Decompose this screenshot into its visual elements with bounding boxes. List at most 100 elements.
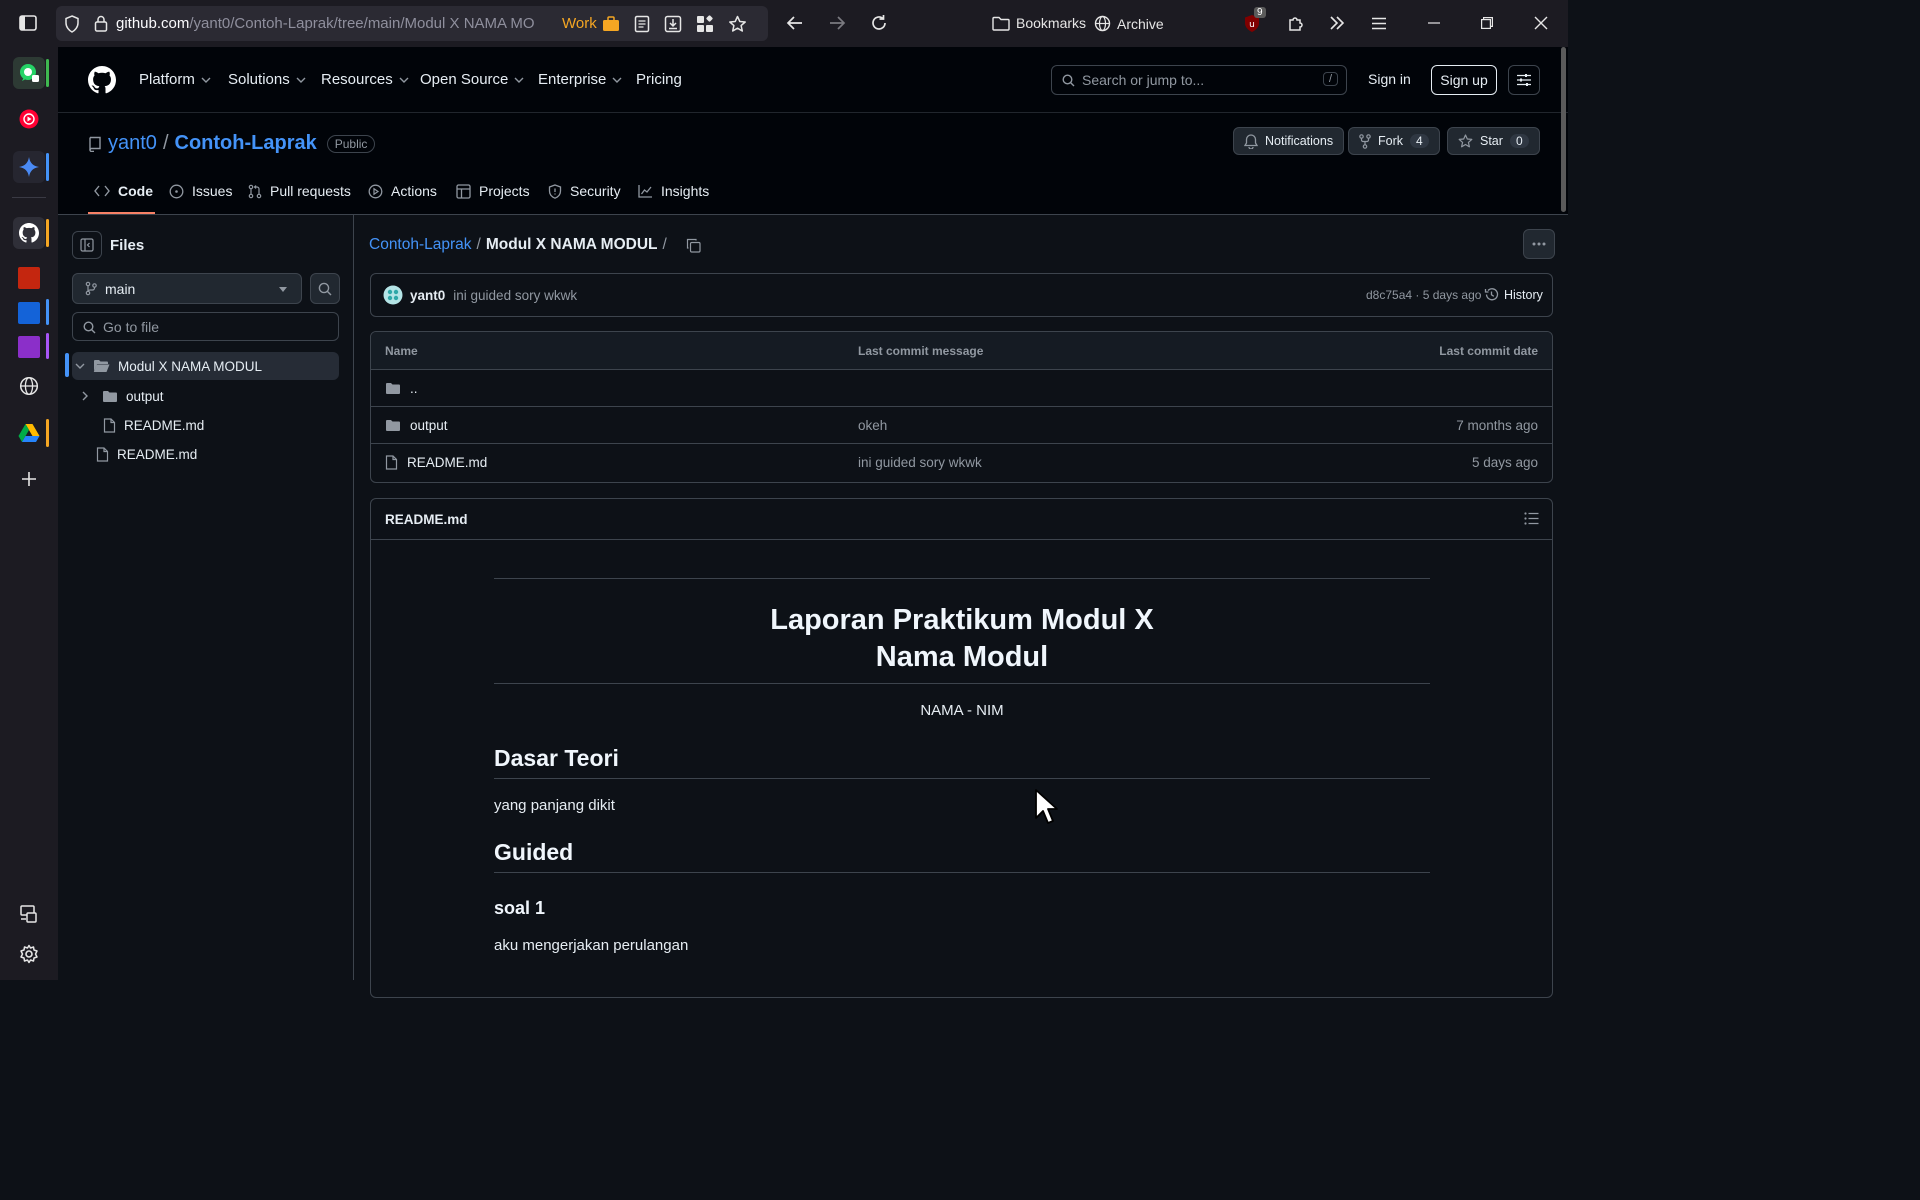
- minimize-icon[interactable]: [1418, 7, 1450, 39]
- hamburger-menu-icon[interactable]: [1363, 7, 1395, 39]
- extensions-grid-icon[interactable]: [696, 14, 714, 33]
- history-button[interactable]: History: [1484, 287, 1543, 302]
- bookmarks-label[interactable]: Bookmarks: [1016, 15, 1086, 31]
- fork-button[interactable]: Fork 4: [1348, 127, 1440, 155]
- container-label[interactable]: Work: [562, 15, 597, 32]
- purple-app-icon[interactable]: [13, 331, 45, 363]
- tree-item-label[interactable]: README.md: [124, 418, 204, 433]
- gear-settings-icon[interactable]: [13, 938, 45, 970]
- tab-label[interactable]: Issues: [192, 183, 232, 199]
- red-app-icon[interactable]: [13, 262, 45, 294]
- appearance-settings-button[interactable]: [1508, 65, 1540, 95]
- whatsapp-icon[interactable]: [13, 57, 45, 89]
- overflow-chevrons-icon[interactable]: [1321, 7, 1353, 39]
- list-outline-icon[interactable]: [1524, 512, 1539, 525]
- nav-label[interactable]: Enterprise: [538, 71, 606, 88]
- sidebar-toggle-icon[interactable]: [12, 7, 44, 39]
- nav-open-source[interactable]: Open Source: [420, 71, 524, 88]
- archive-bookmark[interactable]: Archive: [1094, 15, 1164, 32]
- sign-in-link[interactable]: Sign in: [1368, 71, 1411, 87]
- go-to-file-input[interactable]: Go to file: [72, 312, 339, 341]
- star-bookmark-icon[interactable]: [728, 15, 747, 33]
- tab-issues[interactable]: Issues: [169, 183, 232, 199]
- parent-directory-link[interactable]: ..: [410, 381, 418, 396]
- bookmarks-folder[interactable]: Bookmarks: [992, 15, 1086, 31]
- commit-hash-time[interactable]: d8c75a4 · 5 days ago: [1366, 288, 1481, 302]
- search-input[interactable]: Search or jump to... /: [1051, 65, 1347, 95]
- history-label[interactable]: History: [1504, 288, 1543, 302]
- tree-item-label[interactable]: Modul X NAMA MODUL: [118, 359, 262, 374]
- nav-label[interactable]: Pricing: [636, 71, 682, 88]
- last-commit-message[interactable]: okeh: [858, 407, 887, 443]
- tree-item-file[interactable]: README.md: [72, 440, 339, 468]
- tab-label[interactable]: Projects: [479, 183, 530, 199]
- sign-up-button[interactable]: Sign up: [1431, 65, 1497, 95]
- lock-icon[interactable]: [94, 15, 108, 32]
- nav-label[interactable]: Resources: [321, 71, 393, 88]
- tab-label[interactable]: Security: [570, 183, 621, 199]
- breadcrumb-repo-link[interactable]: Contoh-Laprak: [369, 236, 472, 254]
- sync-devices-icon[interactable]: [13, 898, 45, 930]
- gemini-icon[interactable]: [13, 151, 45, 183]
- chevron-down-icon[interactable]: [75, 363, 85, 369]
- fork-label[interactable]: Fork: [1378, 134, 1403, 148]
- github-logo-icon[interactable]: [88, 66, 116, 94]
- close-window-icon[interactable]: [1525, 7, 1557, 39]
- tab-pull-requests[interactable]: Pull requests: [248, 183, 351, 199]
- reload-icon[interactable]: [863, 7, 895, 39]
- star-label[interactable]: Star: [1480, 134, 1503, 148]
- tab-label[interactable]: Insights: [661, 183, 709, 199]
- tab-label[interactable]: Pull requests: [270, 183, 351, 199]
- tab-actions[interactable]: Actions: [368, 183, 437, 199]
- tree-item-folder[interactable]: Modul X NAMA MODUL: [72, 352, 339, 380]
- commit-message[interactable]: ini guided sory wkwk: [453, 288, 577, 303]
- tree-item-label[interactable]: output: [126, 389, 164, 404]
- nav-solutions[interactable]: Solutions: [228, 71, 306, 88]
- google-drive-icon[interactable]: [13, 417, 45, 449]
- table-row[interactable]: README.md ini guided sory wkwk 5 days ag…: [371, 444, 1552, 481]
- github-tab-icon[interactable]: [13, 217, 45, 249]
- nav-label[interactable]: Platform: [139, 71, 195, 88]
- tree-item-label[interactable]: README.md: [117, 447, 197, 462]
- collapse-file-tree-button[interactable]: [72, 231, 102, 259]
- tab-security[interactable]: Security: [548, 183, 621, 199]
- search-files-button[interactable]: [310, 273, 340, 304]
- blue-app-icon[interactable]: [13, 297, 45, 329]
- add-panel-icon[interactable]: [13, 463, 45, 495]
- tree-item-file[interactable]: README.md: [72, 411, 339, 439]
- tab-label[interactable]: Code: [118, 183, 153, 199]
- puzzle-extensions-icon[interactable]: [1280, 7, 1312, 39]
- table-row-parent[interactable]: ..: [371, 370, 1552, 407]
- restore-icon[interactable]: [1471, 7, 1503, 39]
- reader-view-icon[interactable]: [634, 15, 650, 33]
- tab-label[interactable]: Actions: [391, 183, 437, 199]
- shield-icon[interactable]: [64, 14, 80, 33]
- repo-owner-link[interactable]: yant0: [108, 132, 157, 155]
- commit-author[interactable]: yant0: [410, 288, 445, 303]
- nav-label[interactable]: Solutions: [228, 71, 290, 88]
- nav-enterprise[interactable]: Enterprise: [538, 71, 622, 88]
- url-bar[interactable]: github.com/yant0/Contoh-Laprak/tree/main…: [56, 6, 768, 41]
- notifications-button[interactable]: Notifications: [1233, 127, 1345, 155]
- youtube-music-icon[interactable]: [13, 103, 45, 135]
- more-options-button[interactable]: [1523, 229, 1555, 259]
- archive-label[interactable]: Archive: [1117, 16, 1164, 32]
- forward-arrow-icon[interactable]: [821, 7, 853, 39]
- branch-name[interactable]: main: [105, 281, 135, 297]
- chevron-right-icon[interactable]: [82, 391, 88, 401]
- nav-pricing[interactable]: Pricing: [636, 71, 682, 88]
- star-button[interactable]: Star 0: [1447, 127, 1540, 155]
- tab-projects[interactable]: Projects: [456, 183, 530, 199]
- globe-web-icon[interactable]: [13, 370, 45, 402]
- page-scrollbar[interactable]: [1561, 47, 1566, 212]
- tab-code[interactable]: Code: [94, 183, 153, 199]
- file-name-link[interactable]: README.md: [407, 455, 487, 470]
- readme-filename[interactable]: README.md: [385, 512, 468, 527]
- nav-platform[interactable]: Platform: [139, 71, 211, 88]
- nav-resources[interactable]: Resources: [321, 71, 409, 88]
- ublock-extension-icon[interactable]: u 9: [1236, 7, 1268, 39]
- repo-name-link[interactable]: Contoh-Laprak: [175, 132, 317, 155]
- copy-path-icon[interactable]: [686, 238, 701, 253]
- url-text[interactable]: github.com/yant0/Contoh-Laprak/tree/main…: [116, 15, 556, 32]
- avatar[interactable]: [383, 285, 403, 305]
